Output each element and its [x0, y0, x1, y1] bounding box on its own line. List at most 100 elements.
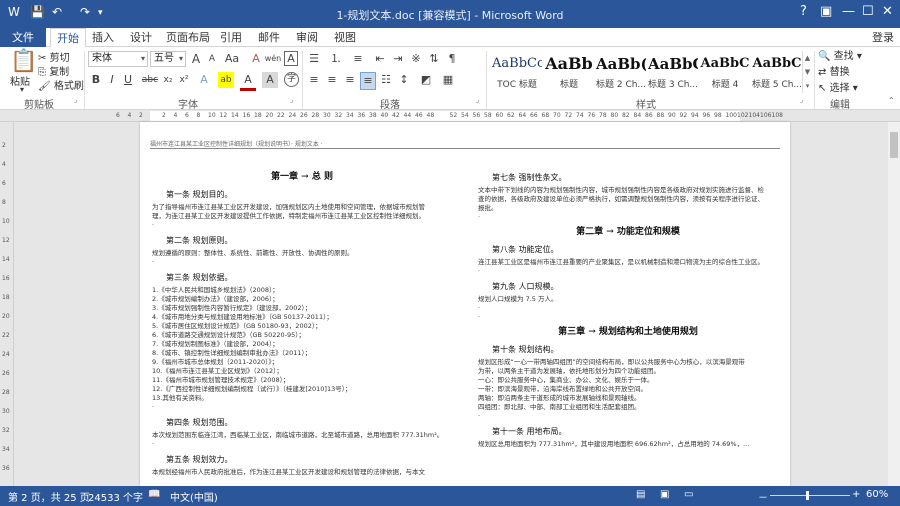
page-count[interactable]: 第 2 页，共 25 页 [8, 489, 90, 504]
find-button[interactable]: 🔍 查找 ▾ [818, 47, 862, 62]
clipboard-launcher-icon[interactable]: ⌟ [74, 96, 77, 104]
zoom-out-button[interactable]: － [758, 489, 768, 504]
asian-layout-icon[interactable]: ※ [408, 51, 424, 67]
tab-review[interactable]: 审阅 [290, 28, 324, 47]
login-link[interactable]: 登录 [872, 28, 894, 47]
line-spacing-icon[interactable]: ↕ [396, 72, 412, 88]
cut-button[interactable]: ✂ 剪切 [38, 49, 70, 64]
change-case-icon[interactable]: Aa [222, 51, 242, 67]
zoom-slider-thumb[interactable] [806, 491, 809, 500]
scrollbar-thumb[interactable] [890, 132, 898, 158]
font-size-combo[interactable]: 五号 ▾ [150, 51, 186, 67]
borders-icon[interactable]: ▦ [440, 72, 456, 88]
ruler-tick-label: 6 [116, 112, 120, 119]
align-left-icon[interactable]: ≡ [306, 72, 322, 88]
increase-indent-icon[interactable]: ⇥ [390, 51, 406, 67]
superscript-icon[interactable]: x² [176, 72, 192, 88]
ruler-tick-label: 68 [541, 112, 550, 119]
paragraph-launcher-icon[interactable]: ⌟ [476, 96, 479, 104]
tab-insert[interactable]: 插入 [86, 28, 120, 47]
bold-icon[interactable]: B [88, 72, 104, 88]
collapse-ribbon-icon[interactable]: ⌃ [888, 96, 895, 105]
style-title[interactable]: AaBb 标题 [544, 51, 594, 93]
tab-home[interactable]: 开始 [50, 28, 86, 48]
tab-view[interactable]: 视图 [328, 28, 362, 47]
numbering-icon[interactable]: ⒈ [328, 51, 344, 67]
format-painter-button[interactable]: 🖌 格式刷 [38, 77, 84, 92]
enclose-characters-icon[interactable]: 字 [284, 72, 299, 87]
style-heading-3[interactable]: AaBbC 标题 3 Ch... [648, 51, 698, 93]
multilevel-list-icon[interactable]: ≡ [350, 51, 366, 67]
vertical-scrollbar[interactable] [888, 122, 900, 486]
grow-font-icon[interactable]: A [188, 51, 204, 67]
article-heading: 第一条 规划目的。 [166, 190, 233, 199]
phonetic-guide-icon[interactable]: wén [264, 51, 282, 67]
character-shading-icon[interactable]: A [262, 72, 278, 88]
copy-button[interactable]: ⎘ 复制 [38, 63, 69, 78]
vertical-ruler[interactable]: 2 4 6 8 10 12 14 16 18 20 22 24 26 28 30 32 34 36 [0, 122, 14, 486]
ruler-tick-label: 62 [507, 112, 515, 119]
tab-file[interactable]: 文件 [0, 28, 46, 47]
styles-gallery-scroll[interactable]: ▲ ▼ ▾ [802, 51, 812, 93]
distributed-icon[interactable]: ☷ [378, 72, 394, 88]
language[interactable]: 中文(中国) [170, 489, 218, 504]
print-layout-icon[interactable]: ▣ [660, 489, 669, 500]
read-mode-icon[interactable]: ▤ [636, 489, 645, 500]
justify-icon[interactable]: ≡ [360, 72, 376, 90]
web-layout-icon[interactable]: ▭ [684, 489, 693, 500]
ribbon-display-icon[interactable]: ▣ [820, 4, 832, 19]
zoom-slider[interactable] [770, 495, 850, 496]
sort-icon[interactable]: ⇅ [426, 51, 442, 67]
vruler-tick-label: 26 [2, 370, 10, 377]
replace-button[interactable]: ⇄ 替换 [818, 63, 850, 78]
maximize-icon[interactable]: ☐ [862, 4, 874, 19]
strikethrough-icon[interactable]: abc [140, 72, 160, 88]
style-heading-2[interactable]: AaBb( 标题 2 Ch... [596, 51, 646, 93]
paste-icon[interactable]: 📋 [10, 49, 37, 74]
style-name: 标题 5 Ch... [752, 80, 802, 90]
font-color-icon[interactable]: A [240, 72, 256, 91]
clear-formatting-icon[interactable]: A [248, 51, 264, 67]
align-center-icon[interactable]: ≡ [324, 72, 340, 88]
decrease-indent-icon[interactable]: ⇤ [372, 51, 388, 67]
select-button[interactable]: ↖ 选择 ▾ [818, 79, 858, 94]
shading-icon[interactable]: ◩ [418, 72, 434, 88]
ruler-tick-label: 72 [564, 112, 573, 119]
style-heading-4[interactable]: AaBbC 标题 4 [700, 51, 750, 93]
font-family-combo[interactable]: 宋体 ▾ [88, 51, 148, 67]
ribbon-tabs: 文件 开始 插入 设计 页面布局 引用 邮件 审阅 视图 登录 [0, 28, 900, 48]
subscript-icon[interactable]: x₂ [160, 72, 176, 88]
ruler-tick-label: 98 [714, 112, 722, 119]
paste-dropdown-icon[interactable]: ▾ [20, 85, 24, 94]
zoom-level[interactable]: 60% [866, 489, 888, 500]
tab-references[interactable]: 引用 [214, 28, 248, 47]
style-toc-heading[interactable]: AaBbCc TOC 标题 [492, 51, 542, 93]
word-count[interactable]: 24533 个字 [88, 489, 143, 504]
ruler-tick-label: 38 [369, 112, 377, 119]
text-effects-icon[interactable]: A [196, 72, 212, 88]
highlight-icon[interactable]: ab [218, 72, 234, 88]
ruler-tick-label: 28 [311, 112, 320, 119]
character-border-icon[interactable]: A [284, 51, 298, 66]
styles-launcher-icon[interactable]: ⌟ [800, 96, 803, 104]
title-bar: W 💾 ↶ ↷ ▾ 1-规划文本.doc [兼容模式] - Microsoft … [0, 0, 900, 28]
align-right-icon[interactable]: ≡ [342, 72, 358, 88]
tab-layout[interactable]: 页面布局 [160, 28, 216, 47]
tab-mailings[interactable]: 邮件 [252, 28, 286, 47]
bullets-icon[interactable]: ☰ [306, 51, 322, 67]
underline-icon[interactable]: U [120, 72, 136, 88]
help-icon[interactable]: ? [800, 4, 807, 19]
shrink-font-icon[interactable]: A [204, 51, 220, 67]
zoom-in-button[interactable]: + [852, 489, 860, 500]
document-page[interactable]: 福州市连江县某工业区控制性详细规划（规划说明书）· 规划文本 · 第一章 → 总… [140, 122, 790, 486]
styles-group-label: 样式 [636, 100, 656, 111]
close-icon[interactable]: ✕ [882, 4, 893, 19]
show-marks-icon[interactable]: ¶ [444, 51, 460, 67]
minimize-icon[interactable]: — [842, 4, 855, 19]
font-launcher-icon[interactable]: ⌟ [290, 96, 293, 104]
style-heading-5[interactable]: AaBbC 标题 5 Ch... [752, 51, 802, 93]
proofing-icon[interactable]: 📖 [148, 489, 160, 500]
tab-design[interactable]: 设计 [124, 28, 158, 47]
italic-icon[interactable]: I [104, 72, 120, 88]
horizontal-ruler[interactable]: 6 4 2 2 4 6 8 10 12 14 16 18 20 22 24 26 28 30 32 34 36 38 40 4… [0, 110, 900, 122]
